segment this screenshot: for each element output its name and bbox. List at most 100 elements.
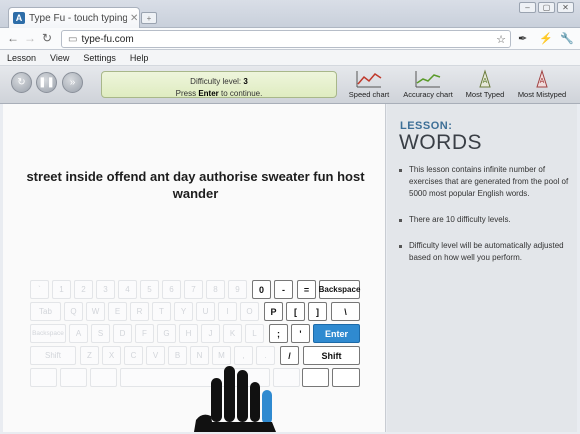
- back-arrow-icon[interactable]: ←: [7, 31, 19, 45]
- key-alt-left: [90, 368, 117, 387]
- key-3: 3: [96, 280, 115, 299]
- speed-chart-button[interactable]: Speed chart: [347, 69, 391, 99]
- bullet-dot-icon: [399, 245, 402, 248]
- speed-chart-label: Speed chart: [348, 90, 390, 99]
- key-7: 7: [184, 280, 203, 299]
- key-q: Q: [64, 302, 83, 321]
- key-backtick: `: [30, 280, 49, 299]
- exercise-text: street inside offend ant day authorise s…: [26, 169, 365, 201]
- bullet-text: There are 10 difficulty levels.: [409, 215, 511, 224]
- key-x: X: [102, 346, 121, 365]
- key-capslock: Backspace: [30, 324, 66, 343]
- svg-text:A: A: [540, 78, 545, 85]
- restart-button[interactable]: ↻: [11, 72, 32, 93]
- speed-chart-icon: [356, 71, 382, 88]
- accuracy-chart-button[interactable]: Accuracy chart: [400, 69, 456, 99]
- key-j: J: [201, 324, 220, 343]
- typefu-favicon-icon: A: [13, 12, 25, 24]
- page-icon: ▭: [68, 33, 78, 45]
- key-menu: [302, 368, 329, 387]
- menu-view[interactable]: View: [50, 50, 69, 65]
- key-ctrl-left: [30, 368, 57, 387]
- most-mistyped-label: Most Mistyped: [517, 90, 567, 99]
- status-box: Difficulty level: 3 Press Enter to conti…: [101, 71, 337, 98]
- maximize-icon[interactable]: ▢: [538, 2, 555, 13]
- tab-title: Type Fu - touch typing tuto: [29, 12, 127, 24]
- bullet-text: This lesson contains infinite number of …: [409, 165, 569, 198]
- key-enter: Enter: [313, 324, 360, 343]
- lesson-bullet: Difficulty level will be automatically a…: [399, 240, 574, 264]
- address-bar[interactable]: ▭ type-fu.com ☆: [61, 30, 511, 48]
- typing-area: street inside offend ant day authorise s…: [3, 104, 386, 432]
- key-s: S: [91, 324, 110, 343]
- key-e: E: [108, 302, 127, 321]
- key-tab: Tab: [30, 302, 61, 321]
- key-4: 4: [118, 280, 137, 299]
- bullet-text: Difficulty level will be automatically a…: [409, 241, 564, 262]
- app-menubar: Lesson View Settings Help: [0, 50, 580, 66]
- key-backslash: \: [331, 302, 360, 321]
- key-u: U: [196, 302, 215, 321]
- key-d: D: [113, 324, 132, 343]
- key-h: H: [179, 324, 198, 343]
- svg-text:A: A: [483, 78, 488, 85]
- key-z: Z: [80, 346, 99, 365]
- key-9: 9: [228, 280, 247, 299]
- close-icon[interactable]: ✕: [557, 2, 574, 13]
- key-r: R: [130, 302, 149, 321]
- accuracy-chart-icon: [415, 71, 441, 88]
- bookmark-star-icon[interactable]: ☆: [496, 33, 506, 46]
- key-minus: -: [274, 280, 293, 299]
- menu-lesson[interactable]: Lesson: [7, 50, 36, 65]
- lesson-name: WORDS: [399, 131, 482, 154]
- lesson-bullet: There are 10 difficulty levels.: [399, 214, 574, 226]
- key-6: 6: [162, 280, 181, 299]
- url-text: type-fu.com: [81, 33, 134, 45]
- most-typed-button[interactable]: A Most Typed: [463, 69, 507, 99]
- key-f: F: [135, 324, 154, 343]
- key-v: V: [146, 346, 165, 365]
- most-typed-label: Most Typed: [465, 90, 505, 99]
- key-quote: ': [291, 324, 310, 343]
- most-typed-icon: A: [479, 69, 491, 88]
- key-2: 2: [74, 280, 93, 299]
- most-mistyped-icon: A: [536, 69, 548, 88]
- lesson-bullet: This lesson contains infinite number of …: [399, 164, 574, 200]
- menu-help[interactable]: Help: [130, 50, 149, 65]
- key-bracket-right: ]: [308, 302, 327, 321]
- skip-button[interactable]: »: [62, 72, 83, 93]
- key-0: 0: [252, 280, 271, 299]
- forward-arrow-icon[interactable]: →: [24, 31, 36, 45]
- lesson-panel: LESSON: WORDS This lesson contains infin…: [387, 104, 577, 432]
- window-controls: – ▢ ✕: [519, 2, 574, 13]
- key-k: K: [223, 324, 242, 343]
- new-tab-button[interactable]: +: [141, 12, 157, 24]
- reload-icon[interactable]: ↻: [42, 31, 52, 45]
- key-shift-left: Shift: [30, 346, 76, 365]
- accuracy-chart-label: Accuracy chart: [403, 90, 453, 99]
- key-b: B: [168, 346, 187, 365]
- wrench-icon[interactable]: 🔧: [560, 32, 574, 45]
- pin-extension-icon[interactable]: ✒: [518, 32, 527, 45]
- key-w: W: [86, 302, 105, 321]
- minimize-icon[interactable]: –: [519, 2, 536, 13]
- enter-word: Enter: [198, 89, 219, 98]
- difficulty-prefix: Difficulty level:: [190, 77, 244, 86]
- pause-button[interactable]: ❚❚: [36, 72, 57, 93]
- key-ctrl-right: [332, 368, 360, 387]
- tab-close-icon[interactable]: ✕: [130, 13, 138, 24]
- bullet-dot-icon: [399, 219, 402, 222]
- key-shift-right: Shift: [303, 346, 360, 365]
- browser-tab[interactable]: A Type Fu - touch typing tuto ✕: [8, 7, 140, 28]
- key-semicolon: ;: [269, 324, 288, 343]
- menu-settings[interactable]: Settings: [83, 50, 116, 65]
- key-y: Y: [174, 302, 193, 321]
- app-toolbar: ↻ ❚❚ » Difficulty level: 3 Press Enter t…: [0, 66, 580, 104]
- right-hand-guide-icon: [194, 366, 276, 432]
- lightning-extension-icon[interactable]: ⚡: [539, 32, 553, 45]
- most-mistyped-button[interactable]: A Most Mistyped: [515, 69, 569, 99]
- key-g: G: [157, 324, 176, 343]
- key-l: L: [245, 324, 264, 343]
- key-i: I: [218, 302, 237, 321]
- press-text: Press: [175, 89, 199, 98]
